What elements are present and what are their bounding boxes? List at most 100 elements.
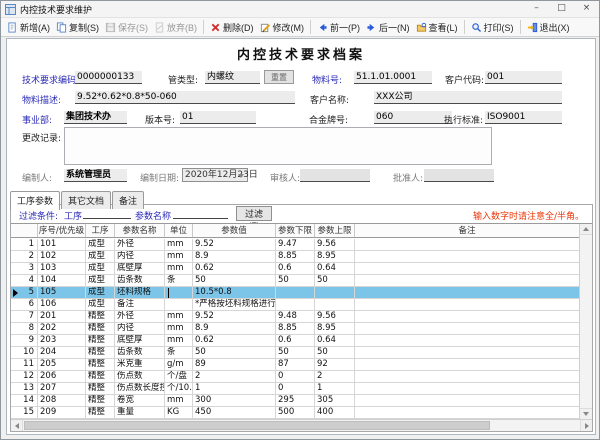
minimize-button[interactable]: – xyxy=(524,1,549,17)
unit-cell[interactable] xyxy=(165,287,193,298)
upper-cell[interactable]: 0.64 xyxy=(315,263,355,274)
reset-button[interactable]: 重置 xyxy=(264,70,294,84)
priority-cell[interactable]: 201 xyxy=(38,311,86,322)
unit-cell[interactable]: 条 xyxy=(165,275,193,286)
table-row[interactable]: 7201精整外径mm9.529.489.56 xyxy=(11,311,579,323)
lower-cell[interactable] xyxy=(276,287,315,298)
upper-cell[interactable]: 92 xyxy=(315,359,355,370)
lower-cell[interactable]: 8.85 xyxy=(276,251,315,262)
row-number-cell[interactable]: 10 xyxy=(11,347,38,358)
header-process[interactable]: 工序 xyxy=(86,224,115,237)
row-number-cell[interactable]: 12 xyxy=(11,371,38,382)
header-indicator[interactable] xyxy=(11,224,38,237)
unit-cell[interactable]: mm xyxy=(165,335,193,346)
unit-cell[interactable]: mm xyxy=(165,311,193,322)
param-cell[interactable]: 外径 xyxy=(115,311,165,322)
param-cell[interactable]: 卷宽 xyxy=(115,395,165,406)
scroll-right-button[interactable] xyxy=(580,420,592,431)
process-cell[interactable]: 精整 xyxy=(86,383,115,394)
value-cell[interactable]: *严格按坯料规格进行上料。 xyxy=(193,299,276,310)
table-row[interactable]: 13207精整伤点数长度控制个/10...101 xyxy=(11,383,579,395)
filter-param-input[interactable] xyxy=(173,207,228,219)
row-number-cell[interactable]: 13 xyxy=(11,383,38,394)
priority-cell[interactable]: 102 xyxy=(38,251,86,262)
upper-cell[interactable]: 9.56 xyxy=(315,239,355,250)
process-cell[interactable]: 精整 xyxy=(86,311,115,322)
process-cell[interactable]: 成型 xyxy=(86,251,115,262)
remark-cell[interactable] xyxy=(355,335,579,346)
process-cell[interactable]: 精整 xyxy=(86,335,115,346)
priority-cell[interactable]: 204 xyxy=(38,347,86,358)
value-cell[interactable]: 0.62 xyxy=(193,263,276,274)
value-cell[interactable]: 300 xyxy=(193,395,276,406)
unit-cell[interactable]: 个/盘 xyxy=(165,371,193,382)
exit-button[interactable]: 退出(X) xyxy=(524,20,573,35)
priority-cell[interactable]: 208 xyxy=(38,395,86,406)
value-cell[interactable]: 8.9 xyxy=(193,323,276,334)
lower-cell[interactable]: 50 xyxy=(276,275,315,286)
table-row[interactable]: 15209精整重量KG450500400 xyxy=(11,407,579,419)
header-param-name[interactable]: 参数名称 xyxy=(115,224,165,237)
row-number-cell[interactable]: 15 xyxy=(11,407,38,418)
row-number-cell[interactable]: 4 xyxy=(11,275,38,286)
reviewer-field[interactable] xyxy=(300,169,370,182)
remark-cell[interactable] xyxy=(355,299,579,310)
creator-field[interactable]: 系统管理员 xyxy=(64,169,127,182)
horizontal-scroll-thumb[interactable] xyxy=(24,421,490,430)
upper-cell[interactable]: 9.56 xyxy=(315,311,355,322)
unit-cell[interactable]: g/m xyxy=(165,359,193,370)
table-row[interactable]: 5105成型坯料规格10.5*0.8 xyxy=(11,287,579,299)
process-cell[interactable]: 精整 xyxy=(86,323,115,334)
standard-field[interactable]: ISO9001 xyxy=(485,111,562,124)
process-cell[interactable]: 精整 xyxy=(86,371,115,382)
tab-other-docs[interactable]: 其它文档 xyxy=(61,191,111,209)
unit-cell[interactable]: mm xyxy=(165,263,193,274)
scroll-down-button[interactable] xyxy=(580,408,592,419)
param-cell[interactable]: 外径 xyxy=(115,239,165,250)
vertical-scrollbar[interactable] xyxy=(579,224,592,419)
header-param-value[interactable]: 参数值 xyxy=(193,224,276,237)
table-row[interactable]: 4104成型齿条数条505050 xyxy=(11,275,579,287)
lower-cell[interactable]: 295 xyxy=(276,395,315,406)
row-number-cell[interactable]: 5 xyxy=(11,287,38,298)
process-cell[interactable]: 精整 xyxy=(86,359,115,370)
table-row[interactable]: 2102成型内径mm8.98.858.95 xyxy=(11,251,579,263)
remark-cell[interactable] xyxy=(355,239,579,250)
process-cell[interactable]: 成型 xyxy=(86,263,115,274)
filter-button[interactable]: 过滤(F) xyxy=(236,206,272,221)
value-cell[interactable]: 9.52 xyxy=(193,239,276,250)
remark-cell[interactable] xyxy=(355,263,579,274)
value-cell[interactable]: 50 xyxy=(193,275,276,286)
remark-cell[interactable] xyxy=(355,395,579,406)
value-cell[interactable]: 9.52 xyxy=(193,311,276,322)
remark-cell[interactable] xyxy=(355,347,579,358)
upper-cell[interactable]: 50 xyxy=(315,275,355,286)
remark-cell[interactable] xyxy=(355,371,579,382)
scroll-left-button[interactable] xyxy=(11,420,23,431)
change-record-textarea[interactable] xyxy=(64,127,492,165)
lower-cell[interactable]: 0 xyxy=(276,371,315,382)
value-cell[interactable]: 50 xyxy=(193,347,276,358)
process-cell[interactable]: 成型 xyxy=(86,275,115,286)
pipe-type-field[interactable]: 内螺纹 xyxy=(205,71,260,84)
unit-cell[interactable]: mm xyxy=(165,251,193,262)
remark-cell[interactable] xyxy=(355,383,579,394)
row-number-cell[interactable]: 3 xyxy=(11,263,38,274)
table-row[interactable]: 10204精整齿条数条505050 xyxy=(11,347,579,359)
header-lower-limit[interactable]: 参数下限 xyxy=(276,224,315,237)
remark-cell[interactable] xyxy=(355,407,579,418)
table-row[interactable]: 6106成型备注*严格按坯料规格进行上料。 xyxy=(11,299,579,311)
unit-cell[interactable]: mm xyxy=(165,239,193,250)
alloy-grade-field[interactable]: 060 xyxy=(374,111,452,124)
upper-cell[interactable]: 50 xyxy=(315,347,355,358)
lower-cell[interactable]: 87 xyxy=(276,359,315,370)
param-cell[interactable]: 内径 xyxy=(115,251,165,262)
row-number-cell[interactable]: 6 xyxy=(11,299,38,310)
save-button[interactable]: 保存(S) xyxy=(102,20,151,35)
param-cell[interactable]: 重量 xyxy=(115,407,165,418)
process-cell[interactable]: 精整 xyxy=(86,407,115,418)
priority-cell[interactable]: 209 xyxy=(38,407,86,418)
division-field[interactable]: 集团技术办 xyxy=(64,111,127,124)
view-button[interactable]: 查看(L) xyxy=(413,20,461,35)
param-cell[interactable]: 齿条数 xyxy=(115,275,165,286)
